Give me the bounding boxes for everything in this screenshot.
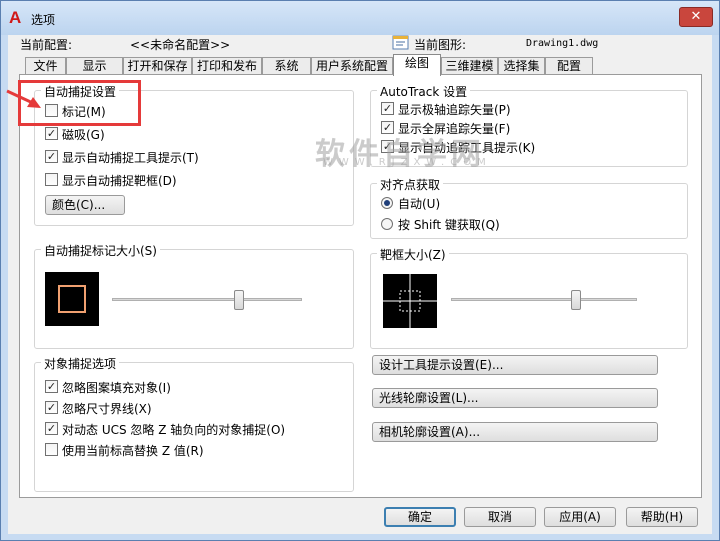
design-tooltip-settings-button[interactable]: 设计工具提示设置(E)... <box>372 355 658 375</box>
alignment-shift-radio-dot[interactable] <box>381 218 393 230</box>
autotrack-settings-group: AutoTrack 设置 ✓ 显示极轴追踪矢量(P) ✓ 显示全屏追踪矢量(F)… <box>370 83 688 167</box>
tab-profiles[interactable]: 配置 <box>545 57 593 75</box>
magnet-check[interactable]: ✓ <box>45 127 58 140</box>
tab-selection[interactable]: 选择集 <box>498 57 545 75</box>
dynamic-ucs-check[interactable]: ✓ <box>45 422 58 435</box>
aperture-box-check[interactable] <box>45 173 58 186</box>
current-drawing-value: Drawing1.dwg <box>526 38 599 49</box>
alignment-auto-radio-dot[interactable] <box>381 197 393 209</box>
replace-z-label: 使用当前标高替换 Z 值(R) <box>62 444 204 458</box>
marker-size-group: 自动捕捉标记大小(S) <box>34 242 354 349</box>
ignore-dimension-label: 忽略尺寸界线(X) <box>62 402 152 416</box>
ignore-hatch-label: 忽略图案填充对象(I) <box>62 381 171 395</box>
aperture-size-preview <box>383 274 437 328</box>
object-snap-options-title: 对象捕捉选项 <box>41 355 120 372</box>
dynamic-ucs-checkbox[interactable]: ✓ 对动态 UCS 忽略 Z 轴负向的对象捕捉(O) <box>45 421 345 437</box>
camera-glyph-settings-button[interactable]: 相机轮廓设置(A)... <box>372 422 658 442</box>
tab-display[interactable]: 显示 <box>66 57 123 75</box>
tab-user-preferences[interactable]: 用户系统配置 <box>311 57 393 75</box>
aperture-crosshair-icon <box>383 274 437 328</box>
annotation-arrow-icon <box>6 89 41 108</box>
autotrack-settings-title: AutoTrack 设置 <box>377 83 471 100</box>
marker-size-slider-thumb[interactable] <box>234 290 245 310</box>
aperture-size-group: 靶框大小(Z) <box>370 246 688 349</box>
light-glyph-settings-button[interactable]: 光线轮廓设置(L)... <box>372 388 658 408</box>
tab-open-save[interactable]: 打开和保存 <box>123 57 192 75</box>
alignment-auto-label: 自动(U) <box>398 197 441 211</box>
help-button[interactable]: 帮助(H) <box>626 507 698 527</box>
autosnap-tooltip-checkbox[interactable]: ✓ 显示自动捕捉工具提示(T) <box>45 149 285 165</box>
marker-square-icon <box>58 285 86 313</box>
window-title: 选项 <box>31 13 56 27</box>
aperture-size-slider-track[interactable] <box>451 298 637 301</box>
magnet-checkbox[interactable]: ✓ 磁吸(G) <box>45 126 245 142</box>
replace-z-checkbox[interactable]: 使用当前标高替换 Z 值(R) <box>45 442 325 458</box>
autosnap-tooltip-check[interactable]: ✓ <box>45 150 58 163</box>
fullscreen-vector-check[interactable]: ✓ <box>381 121 394 134</box>
aperture-size-slider-thumb[interactable] <box>570 290 581 310</box>
alignment-shift-label: 按 Shift 键获取(Q) <box>398 218 500 232</box>
polar-vector-label: 显示极轴追踪矢量(P) <box>398 103 511 117</box>
aperture-box-checkbox[interactable]: 显示自动捕捉靶框(D) <box>45 172 285 188</box>
polar-vector-check[interactable]: ✓ <box>381 102 394 115</box>
alignment-acquisition-title: 对齐点获取 <box>377 176 444 193</box>
title-bar: A 选项 ✕ <box>1 1 719 35</box>
drawing-file-icon <box>392 35 409 50</box>
close-button[interactable]: ✕ <box>679 7 713 27</box>
alignment-acquisition-group: 对齐点获取 自动(U) 按 Shift 键获取(Q) <box>370 176 688 239</box>
current-config-label: 当前配置: <box>20 38 73 52</box>
aperture-size-title: 靶框大小(Z) <box>377 246 449 263</box>
marker-size-slider-track[interactable] <box>112 298 302 301</box>
alignment-auto-radio[interactable]: 自动(U) <box>381 195 581 211</box>
marker-size-title: 自动捕捉标记大小(S) <box>41 242 160 259</box>
tab-drafting[interactable]: 绘图 <box>393 54 441 76</box>
ok-button[interactable]: 确定 <box>384 507 456 527</box>
magnet-label: 磁吸(G) <box>62 128 105 142</box>
ignore-dimension-checkbox[interactable]: ✓ 忽略尺寸界线(X) <box>45 400 325 416</box>
dynamic-ucs-label: 对动态 UCS 忽略 Z 轴负向的对象捕捉(O) <box>62 423 286 437</box>
marker-size-preview <box>45 272 99 326</box>
tab-3d-modeling[interactable]: 三维建模 <box>441 57 498 75</box>
object-snap-options-group: 对象捕捉选项 ✓ 忽略图案填充对象(I) ✓ 忽略尺寸界线(X) ✓ 对动态 U… <box>34 355 354 492</box>
current-config-value: <<未命名配置>> <box>130 38 231 52</box>
drafting-panel: 自动捕捉设置 标记(M) ✓ 磁吸(G) ✓ 显示自动捕捉工具提示(T) 显示自… <box>19 74 702 498</box>
autotrack-tooltip-check[interactable]: ✓ <box>381 140 394 153</box>
aperture-box-label: 显示自动捕捉靶框(D) <box>62 174 177 188</box>
ignore-dimension-check[interactable]: ✓ <box>45 401 58 414</box>
autosnap-tooltip-label: 显示自动捕捉工具提示(T) <box>62 151 199 165</box>
tab-files[interactable]: 文件 <box>25 57 66 75</box>
autocad-logo-icon: A <box>9 8 22 27</box>
ignore-hatch-check[interactable]: ✓ <box>45 380 58 393</box>
ignore-hatch-checkbox[interactable]: ✓ 忽略图案填充对象(I) <box>45 379 325 395</box>
alignment-shift-radio[interactable]: 按 Shift 键获取(Q) <box>381 216 581 232</box>
autotrack-tooltip-label: 显示自动追踪工具提示(K) <box>398 141 536 155</box>
options-dialog: A 选项 ✕ 当前配置: <<未命名配置>> 当前图形: Drawing1.dw… <box>0 0 720 541</box>
colors-button[interactable]: 颜色(C)... <box>45 195 125 215</box>
replace-z-check[interactable] <box>45 443 58 456</box>
fullscreen-vector-label: 显示全屏追踪矢量(F) <box>398 122 511 136</box>
apply-button[interactable]: 应用(A) <box>544 507 616 527</box>
current-drawing-label: 当前图形: <box>414 38 467 52</box>
tab-system[interactable]: 系统 <box>262 57 311 75</box>
fullscreen-vector-checkbox[interactable]: ✓ 显示全屏追踪矢量(F) <box>381 120 641 136</box>
tab-plot-publish[interactable]: 打印和发布 <box>192 57 262 75</box>
cancel-button[interactable]: 取消 <box>464 507 536 527</box>
autotrack-tooltip-checkbox[interactable]: ✓ 显示自动追踪工具提示(K) <box>381 139 641 155</box>
polar-vector-checkbox[interactable]: ✓ 显示极轴追踪矢量(P) <box>381 101 641 117</box>
